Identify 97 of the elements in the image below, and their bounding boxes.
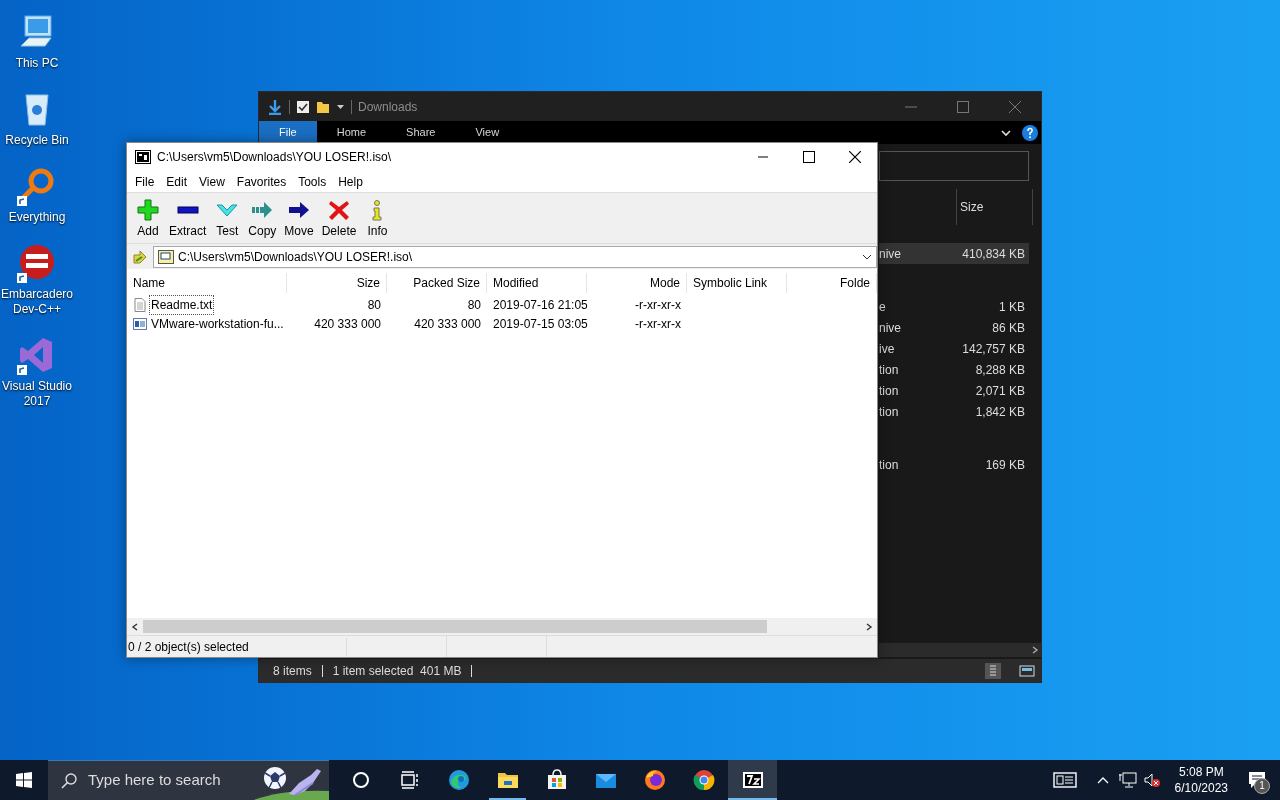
file-row[interactable]: nive 86 KB bbox=[879, 317, 1029, 338]
window-title: Downloads bbox=[358, 98, 418, 116]
close-icon[interactable] bbox=[849, 151, 861, 163]
address-field[interactable]: C:\Users\vm5\Downloads\YOU LOSER!.iso\ bbox=[153, 245, 877, 268]
table-cell-text: -r-xr-xr-x bbox=[634, 315, 682, 333]
file-row[interactable]: e 1 KB bbox=[879, 296, 1029, 317]
running-indicator bbox=[728, 798, 777, 800]
column-header[interactable]: Folde bbox=[787, 273, 877, 293]
ribbon-tab[interactable]: View bbox=[455, 121, 520, 144]
app-icon bbox=[135, 150, 151, 164]
window-title: C:\Users\vm5\Downloads\YOU LOSER!.iso\ bbox=[157, 149, 392, 166]
search-icon bbox=[60, 771, 78, 790]
file-row[interactable]: tion 2,071 KB bbox=[879, 380, 1029, 401]
table-cell-text: 2019-07-16 21:05 bbox=[492, 296, 587, 314]
up-folder-icon[interactable] bbox=[132, 248, 148, 265]
network-icon[interactable] bbox=[1118, 772, 1137, 788]
menu-item[interactable]: View bbox=[193, 172, 231, 191]
file-name[interactable]: Readme.txt bbox=[150, 295, 214, 314]
properties-icon[interactable] bbox=[296, 99, 310, 114]
column-header[interactable]: Mode bbox=[587, 273, 687, 293]
file-row[interactable]: ive 142,757 KB bbox=[879, 338, 1029, 359]
file-row[interactable]: tion 169 KB bbox=[879, 454, 1029, 475]
scroll-right-icon[interactable] bbox=[865, 622, 873, 631]
toolbar-button[interactable]: Extract bbox=[165, 199, 211, 240]
toolbar-button[interactable]: Info bbox=[360, 199, 395, 240]
volume-muted-icon[interactable] bbox=[1142, 772, 1161, 788]
status-text: 1 item selected 401 MB bbox=[332, 662, 462, 680]
clock[interactable]: 5:08 PM 6/10/2023 bbox=[1168, 764, 1234, 796]
folder-icon[interactable] bbox=[316, 99, 330, 114]
toolbar-button[interactable]: Delete bbox=[317, 199, 361, 240]
column-header[interactable]: Name bbox=[127, 273, 287, 293]
scrollbar[interactable] bbox=[127, 618, 877, 635]
desktop-icon-label[interactable]: Everything bbox=[8, 210, 66, 225]
disc-image-icon bbox=[158, 249, 174, 264]
download-icon[interactable] bbox=[267, 98, 283, 115]
column-header[interactable]: Size bbox=[287, 273, 387, 293]
column-header[interactable]: Symbolic Link bbox=[687, 273, 787, 293]
toolbar-button[interactable]: Test bbox=[210, 199, 245, 240]
menu-item[interactable]: Tools bbox=[292, 172, 333, 191]
column-header[interactable]: Packed Size bbox=[387, 273, 487, 293]
move-icon bbox=[288, 199, 311, 221]
menu-item[interactable]: File bbox=[129, 172, 161, 191]
file-row[interactable]: tion 8,288 KB bbox=[879, 359, 1029, 380]
table-cell-text: 80 bbox=[366, 296, 382, 314]
status-text: 8 items bbox=[273, 662, 312, 680]
program-file-icon bbox=[133, 316, 147, 331]
app-shortcut-icon[interactable] bbox=[17, 243, 57, 283]
menu-item[interactable]: Help bbox=[332, 172, 369, 191]
table-cell-text: 420 333 000 bbox=[413, 315, 482, 333]
table-cell-text: -r-xr-xr-x bbox=[634, 296, 682, 314]
desktop-icon-label[interactable]: This PC bbox=[15, 56, 59, 71]
table-cell-text: 80 bbox=[466, 296, 482, 314]
scrollbar[interactable] bbox=[879, 643, 1041, 657]
table-cell-text: 2019-07-15 03:05 bbox=[492, 315, 587, 333]
scroll-right-icon[interactable] bbox=[1031, 646, 1039, 654]
ribbon-tab[interactable]: File bbox=[259, 121, 317, 144]
table-cell-text: 420 333 000 bbox=[313, 315, 382, 333]
desktop-icon-label[interactable]: Embarcadero Dev-C++ bbox=[0, 287, 74, 317]
file-row[interactable]: nive 410,834 KB bbox=[879, 243, 1029, 264]
search-field[interactable] bbox=[879, 151, 1029, 181]
details-view-icon[interactable] bbox=[985, 662, 1001, 679]
toolbar-button[interactable]: Move bbox=[280, 199, 318, 240]
toolbar-button[interactable]: Copy bbox=[244, 199, 281, 240]
status-text: 0 / 2 object(s) selected bbox=[127, 637, 347, 656]
desktop-icon-label[interactable]: Recycle Bin bbox=[5, 133, 69, 148]
browser-icon bbox=[691, 768, 716, 792]
column-header[interactable]: Size bbox=[960, 198, 1032, 216]
ribbon-tab[interactable]: Share bbox=[386, 121, 456, 144]
browser-icon bbox=[642, 768, 667, 792]
ribbon-tab[interactable]: Home bbox=[316, 121, 387, 144]
news-icon[interactable] bbox=[1052, 771, 1077, 789]
delete-icon bbox=[328, 199, 351, 221]
search-field[interactable]: Type here to search bbox=[48, 760, 329, 800]
caret-icon[interactable] bbox=[336, 102, 345, 111]
text-file-icon bbox=[133, 297, 147, 312]
toolbar-button[interactable]: Add bbox=[131, 199, 165, 240]
preview-view-icon[interactable] bbox=[1019, 662, 1035, 679]
maximize-icon[interactable] bbox=[803, 151, 815, 163]
desktop-icon-label[interactable]: Visual Studio 2017 bbox=[0, 379, 74, 409]
running-indicator bbox=[489, 798, 526, 800]
notification-count: 1 bbox=[1254, 778, 1270, 794]
copy-icon bbox=[251, 199, 274, 221]
search-placeholder: Type here to search bbox=[88, 770, 221, 791]
browser-icon bbox=[446, 768, 471, 792]
scrollbar-thumb[interactable] bbox=[143, 620, 767, 633]
help-icon[interactable] bbox=[1022, 124, 1038, 141]
scroll-left-icon[interactable] bbox=[131, 622, 139, 631]
windows-logo-icon bbox=[16, 772, 32, 788]
add-icon bbox=[137, 199, 159, 221]
menu-item[interactable]: Favorites bbox=[230, 172, 293, 191]
file-name[interactable]: VMware-workstation-fu... bbox=[150, 314, 285, 333]
taskbar-button[interactable] bbox=[728, 760, 777, 800]
notification-button[interactable]: 1 bbox=[1234, 760, 1280, 800]
column-header[interactable]: Modified bbox=[487, 273, 587, 293]
file-row[interactable]: tion 1,842 KB bbox=[879, 401, 1029, 422]
chevron-up-icon[interactable] bbox=[1096, 776, 1109, 784]
menu-item[interactable]: Edit bbox=[160, 172, 194, 191]
